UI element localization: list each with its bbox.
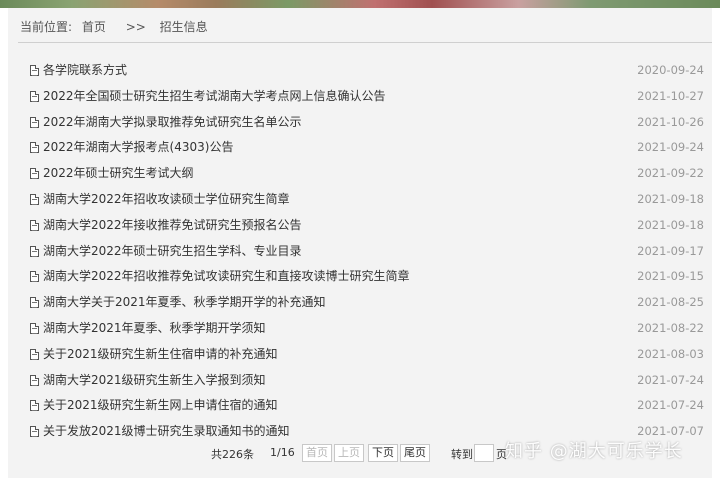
document-icon [30, 142, 39, 154]
news-date: 2021-09-15 [637, 269, 704, 284]
breadcrumb: 当前位置: 首页 >> 招生信息 [20, 18, 214, 36]
breadcrumb-current-link[interactable]: 招生信息 [160, 20, 208, 34]
document-icon [30, 245, 39, 257]
news-date: 2021-09-22 [637, 166, 704, 181]
document-icon [30, 193, 39, 205]
document-icon [30, 65, 39, 76]
breadcrumb-divider [18, 42, 712, 43]
list-item: 关于2021级研究生新生网上申请住宿的通知 2021-07-24 [30, 393, 704, 419]
prev-page-button[interactable]: 上页 [334, 444, 364, 462]
news-date: 2021-08-22 [637, 320, 704, 335]
goto-label: 转到 [451, 448, 473, 461]
list-item: 湖南大学2022年招收推荐免试攻读研究生和直接攻读博士研究生简章 2021-09-… [30, 264, 704, 290]
pagination-total: 共226条 [211, 448, 254, 461]
document-icon [30, 400, 39, 412]
breadcrumb-separator: >> [125, 20, 146, 34]
news-title-link[interactable]: 湖南大学2021级研究生新生入学报到须知 [43, 368, 266, 394]
news-title-link[interactable]: 2022年湖南大学报考点(4303)公告 [43, 135, 233, 161]
list-item: 2022年硕士研究生考试大纲 2021-09-22 [30, 161, 704, 187]
last-page-button[interactable]: 尾页 [400, 444, 430, 462]
news-title-link[interactable]: 2022年全国硕士研究生招生考试湖南大学考点网上信息确认公告 [43, 84, 386, 110]
news-title-link[interactable]: 各学院联系方式 [43, 58, 127, 84]
list-item: 湖南大学2022年招收攻读硕士学位研究生简章 2021-09-18 [30, 187, 704, 213]
document-icon [30, 322, 39, 334]
news-title-link[interactable]: 2022年硕士研究生考试大纲 [43, 161, 194, 187]
list-item: 湖南大学2021级研究生新生入学报到须知 2021-07-24 [30, 368, 704, 394]
news-date: 2021-09-24 [637, 140, 704, 155]
news-title-link[interactable]: 湖南大学2022年接收推荐免试研究生预报名公告 [43, 213, 302, 239]
document-icon [30, 219, 39, 231]
news-date: 2021-10-27 [637, 88, 704, 103]
list-item: 湖南大学2022年接收推荐免试研究生预报名公告 2021-09-18 [30, 213, 704, 239]
document-icon [30, 374, 39, 386]
news-date: 2021-07-24 [637, 372, 704, 387]
news-date: 2021-07-24 [637, 398, 704, 413]
content-panel: 当前位置: 首页 >> 招生信息 各学院联系方式 2020-09-24 2022年全… [8, 8, 712, 478]
news-date: 2021-08-25 [637, 295, 704, 310]
list-item: 关于2021级研究生新生住宿申请的补充通知 2021-08-03 [30, 342, 704, 368]
breadcrumb-home-link[interactable]: 首页 [82, 20, 106, 34]
next-page-button[interactable]: 下页 [368, 444, 398, 462]
document-icon [30, 168, 39, 180]
news-title-link[interactable]: 关于2021级研究生新生住宿申请的补充通知 [43, 342, 278, 368]
news-date: 2020-09-24 [637, 63, 704, 77]
document-icon [30, 90, 39, 102]
goto-page-input[interactable] [474, 444, 494, 462]
list-item: 湖南大学2022年硕士研究生招生学科、专业目录 2021-09-17 [30, 239, 704, 265]
news-title-link[interactable]: 湖南大学2022年招收攻读硕士学位研究生简章 [43, 187, 290, 213]
news-date: 2021-09-18 [637, 191, 704, 206]
news-title-link[interactable]: 关于发放2021级博士研究生录取通知书的通知 [43, 419, 290, 445]
list-item: 2022年湖南大学报考点(4303)公告 2021-09-24 [30, 135, 704, 161]
document-icon [30, 297, 39, 309]
news-title-link[interactable]: 湖南大学2021年夏季、秋季学期开学须知 [43, 316, 266, 342]
news-title-link[interactable]: 湖南大学2022年硕士研究生招生学科、专业目录 [43, 239, 302, 265]
document-icon [30, 348, 39, 360]
pagination-page-info: 1/16 [270, 446, 295, 459]
list-item: 各学院联系方式 2020-09-24 [30, 58, 704, 84]
document-icon [30, 426, 39, 438]
news-date: 2021-09-17 [637, 243, 704, 258]
list-item: 湖南大学2021年夏季、秋季学期开学须知 2021-08-22 [30, 316, 704, 342]
news-title-link[interactable]: 关于2021级研究生新生网上申请住宿的通知 [43, 393, 278, 419]
list-item: 2022年湖南大学拟录取推荐免试研究生名单公示 2021-10-26 [30, 110, 704, 136]
news-date: 2021-09-18 [637, 217, 704, 232]
news-title-link[interactable]: 湖南大学关于2021年夏季、秋季学期开学的补充通知 [43, 290, 326, 316]
document-icon [30, 271, 39, 283]
news-date: 2021-08-03 [637, 346, 704, 361]
list-item: 2022年全国硕士研究生招生考试湖南大学考点网上信息确认公告 2021-10-27 [30, 84, 704, 110]
document-icon [30, 116, 39, 128]
news-date: 2021-10-26 [637, 114, 704, 129]
list-item: 湖南大学关于2021年夏季、秋季学期开学的补充通知 2021-08-25 [30, 290, 704, 316]
breadcrumb-label: 当前位置: [20, 20, 73, 34]
header-banner-image [0, 0, 720, 8]
zhihu-watermark: 知乎 @湖大可乐学长 [505, 441, 683, 462]
news-list: 各学院联系方式 2020-09-24 2022年全国硕士研究生招生考试湖南大学考点网… [30, 58, 704, 445]
news-title-link[interactable]: 湖南大学2022年招收推荐免试攻读研究生和直接攻读博士研究生简章 [43, 264, 410, 290]
first-page-button[interactable]: 首页 [302, 444, 332, 462]
news-title-link[interactable]: 2022年湖南大学拟录取推荐免试研究生名单公示 [43, 110, 302, 136]
